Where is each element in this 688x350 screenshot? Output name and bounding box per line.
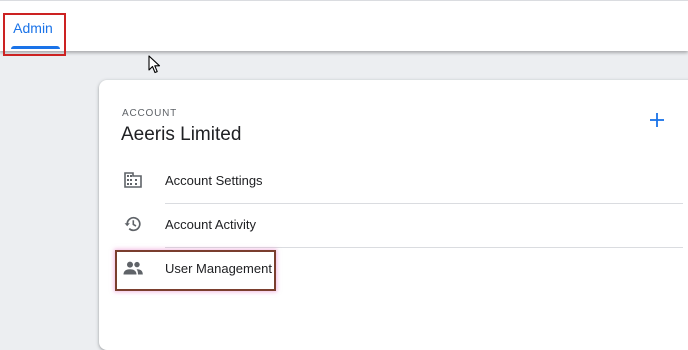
mouse-cursor-icon — [148, 55, 162, 80]
account-card: ACCOUNT Aeeris Limited Account Settings — [99, 80, 688, 350]
menu-item-user-management[interactable]: User Management — [113, 246, 683, 290]
menu-item-label: User Management — [165, 260, 272, 276]
tab-active-indicator — [11, 46, 60, 49]
building-icon — [113, 172, 153, 188]
section-label: ACCOUNT — [122, 108, 178, 119]
menu-item-label: Account Activity — [165, 216, 257, 232]
add-button[interactable] — [647, 108, 667, 132]
people-icon — [113, 261, 153, 275]
tab-admin-label: Admin — [13, 19, 53, 36]
menu-item-account-activity[interactable]: Account Activity — [113, 202, 683, 246]
menu-item-label: Account Settings — [165, 172, 263, 188]
plus-icon — [650, 113, 664, 127]
account-name: Aeeris Limited — [121, 124, 242, 145]
top-tab-bar: Admin — [0, 0, 688, 51]
menu-item-account-settings[interactable]: Account Settings — [113, 158, 683, 202]
history-icon — [113, 215, 153, 233]
tab-admin[interactable]: Admin — [4, 11, 62, 48]
